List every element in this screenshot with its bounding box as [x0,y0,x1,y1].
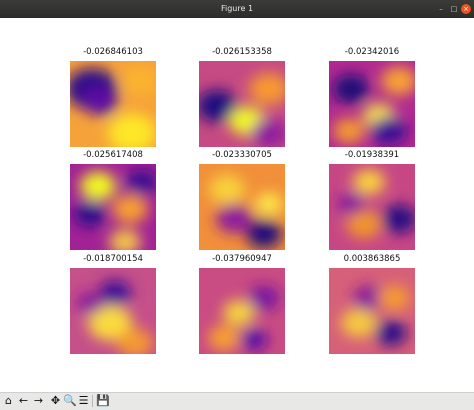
heatmap-image [70,268,156,354]
subplot-title: -0.026153358 [212,47,272,57]
heatmap-image [199,164,285,250]
subplot-2: -0.026153358 [199,46,285,148]
subplot-title: -0.037960947 [212,254,272,264]
subplot-4: -0.025617408 [70,149,156,251]
heatmap-image [329,268,415,354]
back-arrow-icon[interactable]: ← [17,394,30,407]
configure-subplots-icon[interactable]: ☰ [77,394,90,407]
heatmap-image [70,164,156,250]
subplot-title: -0.025617408 [83,150,143,160]
subplot-title: -0.023330705 [212,150,272,160]
subplot-1: -0.026846103 [70,46,156,148]
subplot-title: 0.003863865 [343,254,401,264]
maximize-button[interactable]: □ [449,4,459,14]
navigation-toolbar: ⌂ ← → ✥ 🔍 ☰ 💾 [0,392,474,410]
subplot-title: -0.026846103 [83,47,143,57]
close-button[interactable]: × [461,4,471,14]
subplot-title: -0.01938391 [344,150,400,160]
heatmap-image [329,61,415,147]
subplot-9: 0.003863865 [329,253,415,355]
heatmap-image [199,268,285,354]
zoom-icon[interactable]: 🔍 [63,394,77,407]
heatmap-image [199,61,285,147]
save-icon[interactable]: 💾 [96,394,110,407]
heatmap-image [329,164,415,250]
toolbar-separator [92,395,93,407]
subplot-7: -0.018700154 [70,253,156,355]
heatmap-image [70,61,156,147]
subplot-title: -0.018700154 [83,254,143,264]
home-icon[interactable]: ⌂ [2,394,15,407]
subplot-5: -0.023330705 [199,149,285,251]
figure-canvas[interactable]: -0.026846103 -0.026153358 -0.02342016 -0.02… [0,18,474,392]
subplot-8: -0.037960947 [199,253,285,355]
window-titlebar: Figure 1 – □ × [0,0,474,18]
pan-icon[interactable]: ✥ [49,394,62,407]
forward-arrow-icon[interactable]: → [32,394,45,407]
subplot-6: -0.01938391 [329,149,415,251]
window-title: Figure 1 [220,4,254,13]
subplot-title: -0.02342016 [344,47,400,57]
subplot-3: -0.02342016 [329,46,415,148]
minimize-button[interactable]: – [436,4,446,14]
